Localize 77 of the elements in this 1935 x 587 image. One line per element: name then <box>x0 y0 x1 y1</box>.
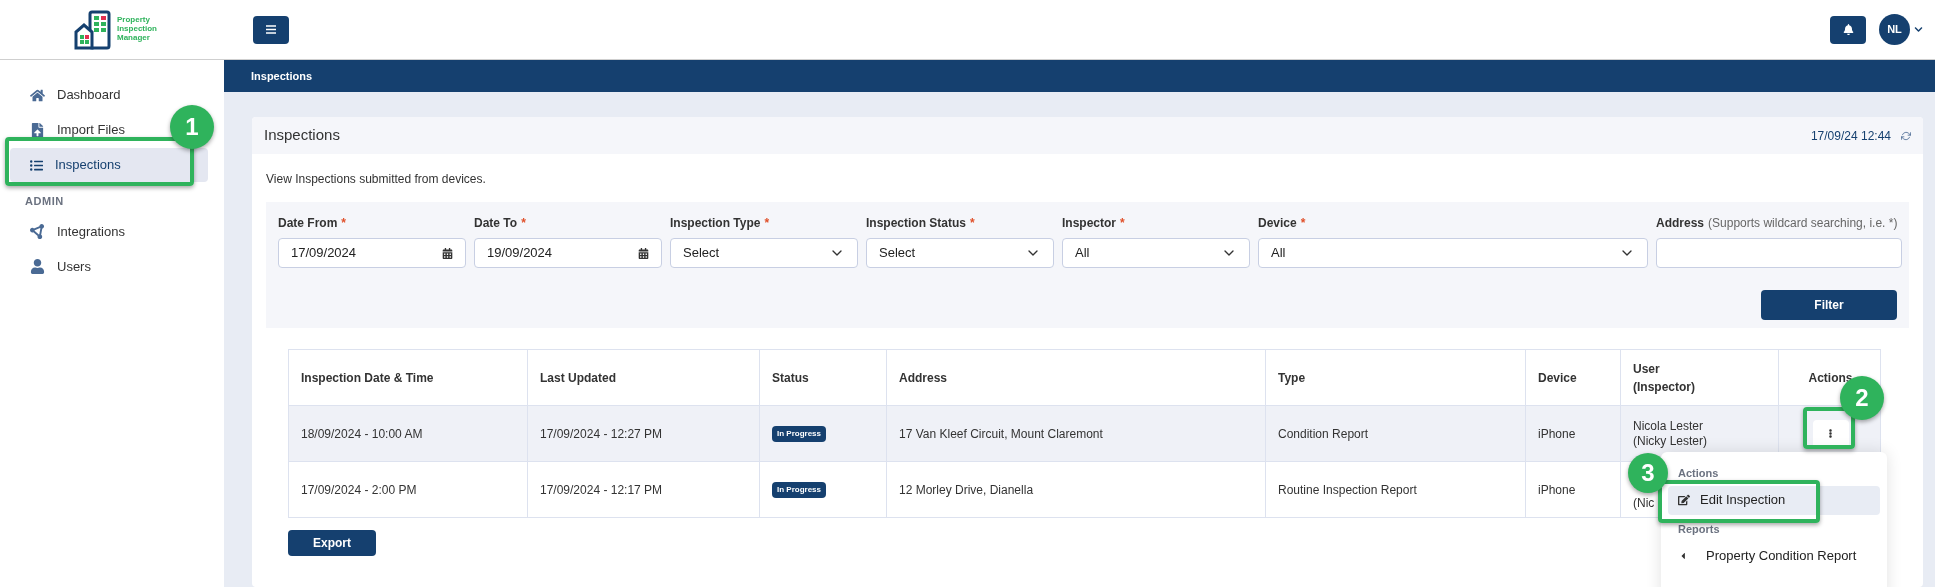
calendar-icon <box>442 247 453 259</box>
sidebar-item[interactable]: Users <box>10 252 99 281</box>
table-cell-text: iPhone <box>1538 425 1576 443</box>
column-header: User (Inspector) <box>1633 360 1696 396</box>
description-text: View Inspections submitted from devices. <box>266 171 487 188</box>
select-field[interactable]: All <box>1062 238 1250 268</box>
required-mark: * <box>1120 215 1125 232</box>
table-cell-text: Condition Report <box>1278 425 1369 443</box>
user-icon <box>30 259 45 274</box>
table-cell: (Nic <box>1633 496 1655 511</box>
table-cell-text: 18/09/2024 - 10:00 AM <box>301 425 423 443</box>
filter-button[interactable]: Filter <box>1761 290 1897 320</box>
column-header: Status <box>772 369 809 387</box>
field-hint: (Supports wildcard searching, i.e. *) <box>1708 215 1898 232</box>
network-icon <box>30 224 45 239</box>
page-title: Inspections <box>251 68 313 84</box>
table-cell-text: iPhone <box>1538 481 1576 499</box>
field-label: Device <box>1258 215 1297 232</box>
table-cell-text: Routine Inspection Report <box>1278 481 1417 499</box>
required-mark: * <box>970 215 975 232</box>
select-field[interactable]: All <box>1258 238 1648 268</box>
column-header: Type <box>1278 369 1306 387</box>
status-badge: In Progress <box>772 425 826 442</box>
field-label: Inspection Type <box>670 215 761 232</box>
field-label: Address <box>1656 215 1705 232</box>
menu-button[interactable] <box>253 15 289 44</box>
sidebar-item[interactable]: Dashboard <box>10 81 129 109</box>
table-cell-text: 17/09/2024 - 2:00 PM <box>301 481 417 499</box>
field-label: Inspector <box>1062 215 1116 232</box>
menu-item[interactable]: Property Condition Report <box>1668 541 1880 570</box>
sidebar-item[interactable]: Integrations <box>10 217 133 246</box>
table-cell-text: Nicola Lester (Nicky Lester) <box>1633 418 1708 449</box>
refresh-icon[interactable] <box>1901 130 1911 141</box>
select-field[interactable]: Select <box>670 238 858 268</box>
table-cell-text: 17/09/2024 - 12:27 PM <box>540 425 663 443</box>
menu-heading: Actions <box>1677 466 1720 481</box>
bell-icon <box>1842 24 1854 35</box>
home-icon <box>30 87 45 103</box>
column-header: Device <box>1538 369 1577 387</box>
table-cell-text: 12 Morley Drive, Dianella <box>899 481 1034 499</box>
required-mark: * <box>341 215 346 232</box>
select-field[interactable]: Select <box>866 238 1054 268</box>
notifications-button[interactable] <box>1830 15 1866 44</box>
menu-heading: Reports <box>1677 521 1721 537</box>
section-heading: ADMIN <box>24 194 65 209</box>
user-avatar[interactable]: NL <box>1879 14 1910 45</box>
address-field[interactable] <box>1656 238 1902 268</box>
sidebar-item[interactable]: Import Files <box>10 116 133 144</box>
table-cell-text: 17/09/2024 - 12:17 PM <box>540 481 663 499</box>
calendar-icon <box>638 247 649 259</box>
file-upload-icon <box>30 122 45 138</box>
kebab-icon <box>1826 429 1835 438</box>
logo-text: Property Inspection Manager <box>117 14 158 42</box>
menu-icon <box>266 25 276 34</box>
column-header: Last Updated <box>540 369 616 387</box>
chevron-down-icon[interactable] <box>1914 25 1923 34</box>
list-icon <box>30 158 43 172</box>
column-header: Address <box>899 369 948 387</box>
required-mark: * <box>521 215 526 232</box>
date-field[interactable]: 19/09/2024 <box>474 238 662 268</box>
field-label: Inspection Status <box>866 215 966 232</box>
field-label: Date To <box>474 215 518 232</box>
edit-icon <box>1678 494 1690 506</box>
menu-item[interactable]: Edit Inspection <box>1668 485 1880 515</box>
column-header: Inspection Date & Time <box>301 369 434 387</box>
sidebar-item[interactable]: Inspections <box>10 148 208 182</box>
card-title: Inspections <box>264 125 340 146</box>
building-logo-icon <box>73 9 113 50</box>
export-button[interactable]: Export <box>288 530 376 556</box>
required-mark: * <box>1300 215 1306 232</box>
status-badge: In Progress <box>772 481 826 498</box>
table-row[interactable]: 18/09/2024 - 10:00 AM 17/09/2024 - 12:27 PM In Progress 17 Van Kleef Circuit, Mount Claremont Condition Report iPhone Nicola Lester (Nicky Lester) <box>289 406 1880 462</box>
date-field[interactable]: 17/09/2024 <box>278 238 466 268</box>
required-mark: * <box>764 215 770 232</box>
field-label: Date From <box>278 215 338 232</box>
timestamp: 17/09/24 12:44 <box>1810 127 1891 145</box>
table-cell-text: 17 Van Kleef Circuit, Mount Claremont <box>899 425 1103 443</box>
